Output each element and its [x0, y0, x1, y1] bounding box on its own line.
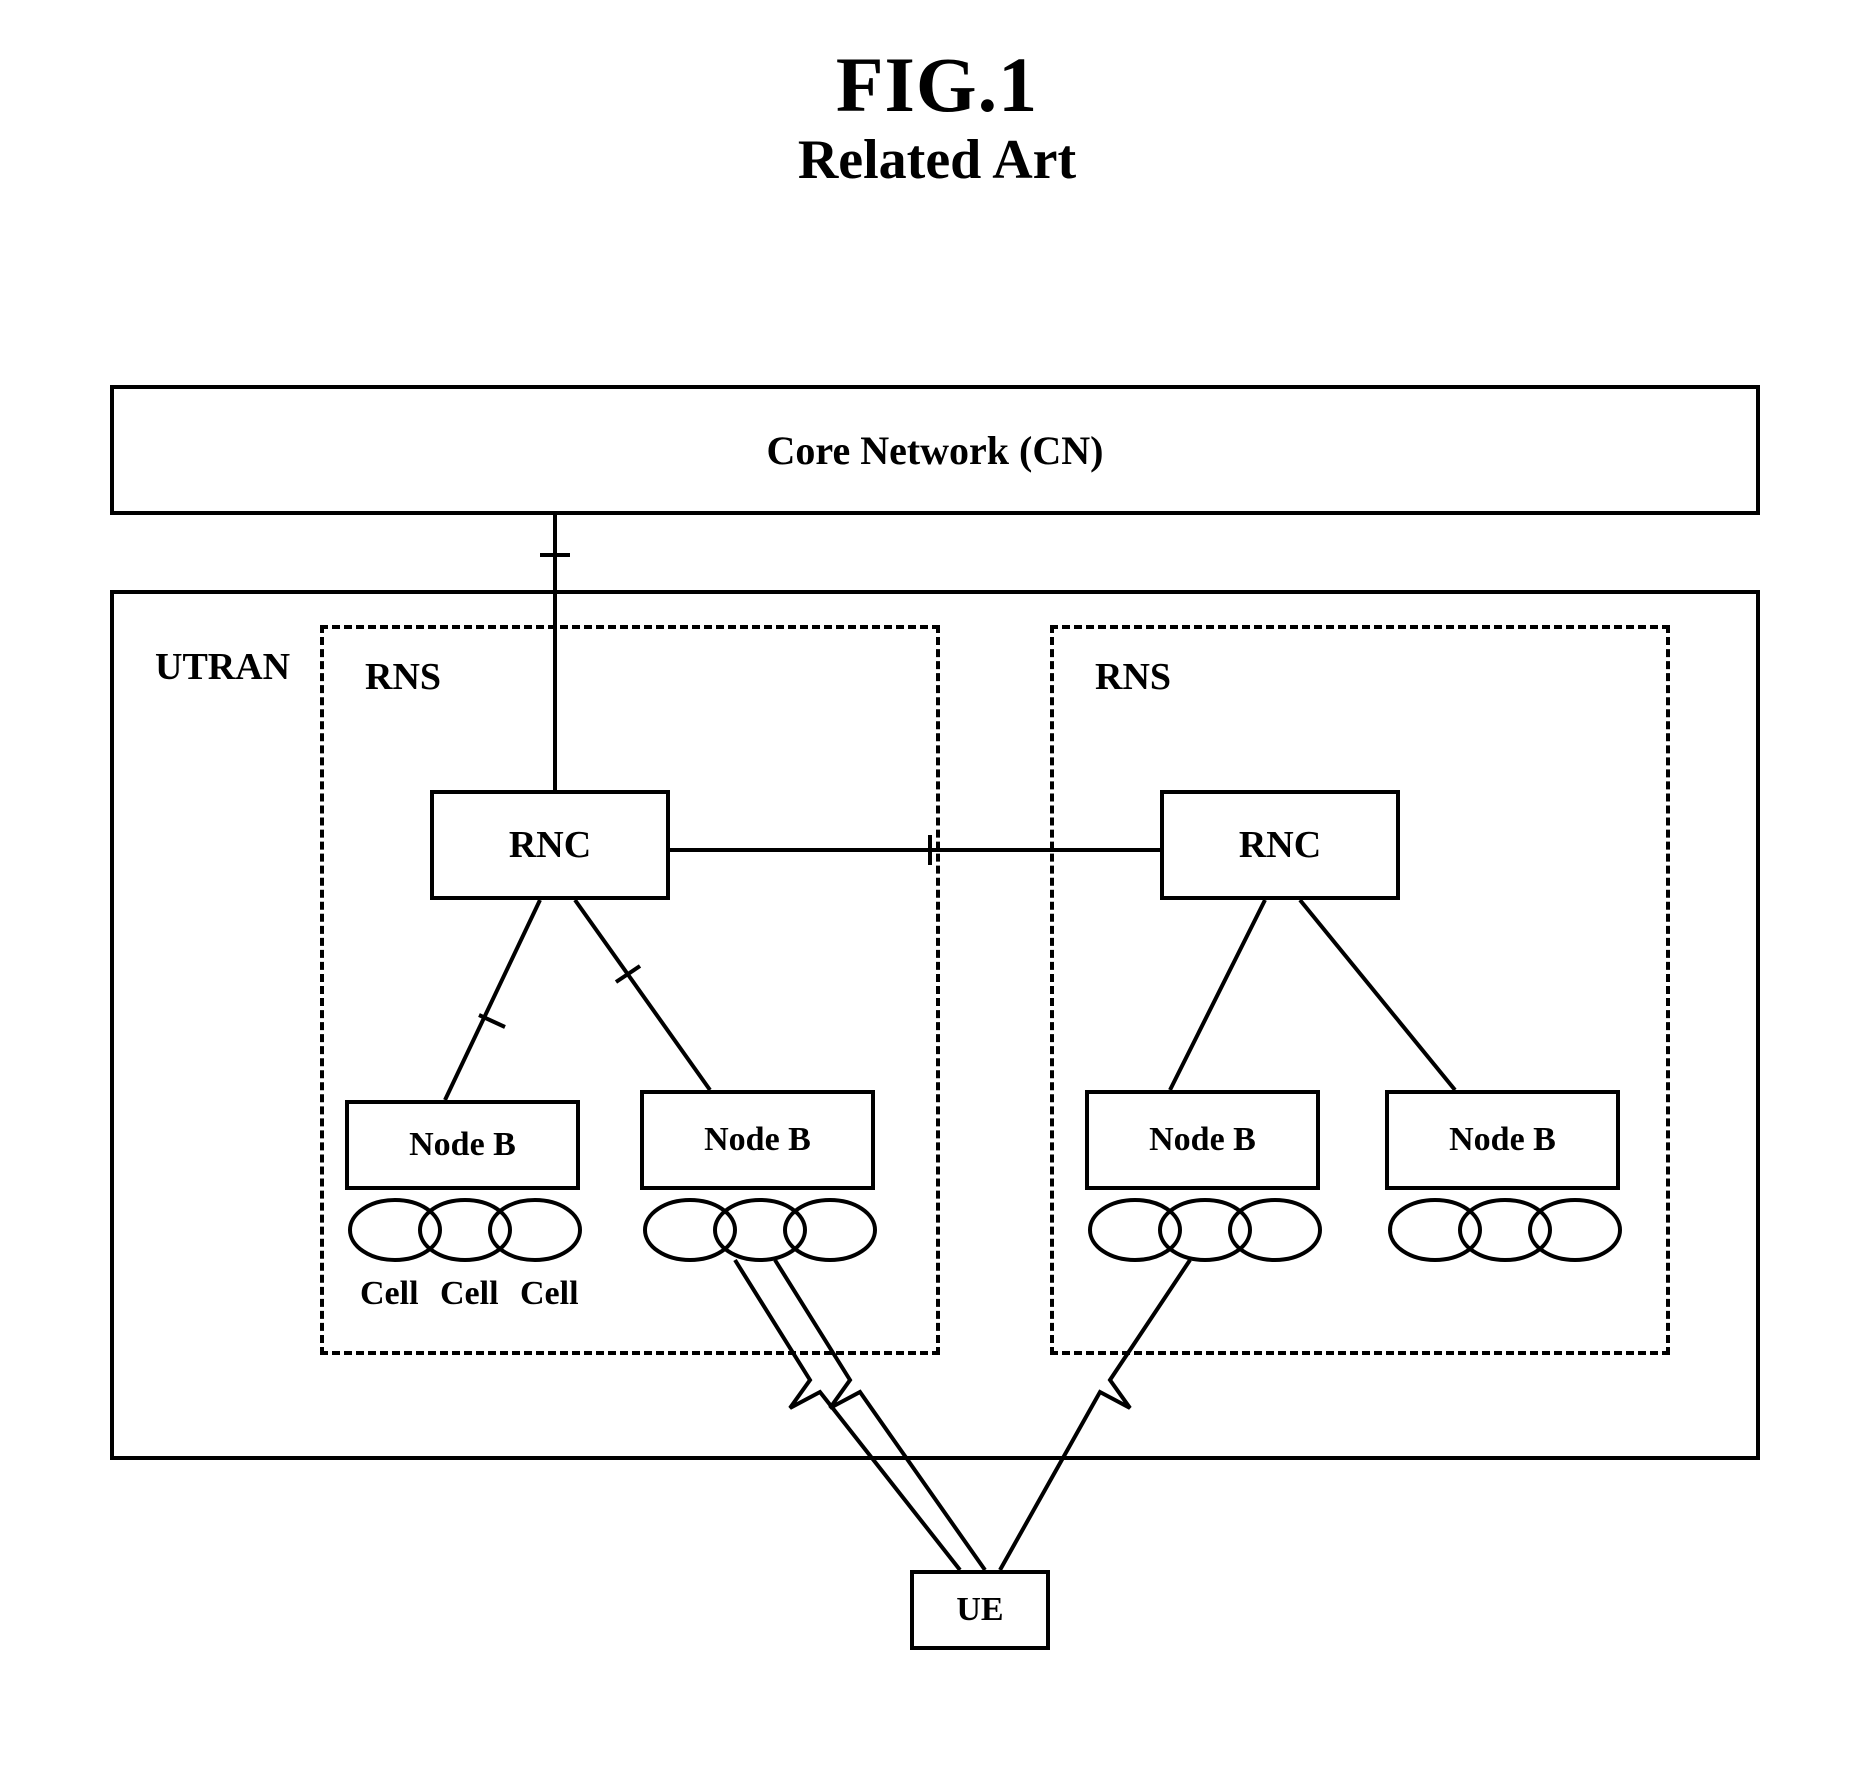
rnc-right-box: RNC [1160, 790, 1400, 900]
nodeb-4-label: Node B [1449, 1121, 1556, 1159]
nodeb-4-box: Node B [1385, 1090, 1620, 1190]
cell-1-label: Cell [360, 1275, 419, 1313]
core-network-label: Core Network (CN) [767, 427, 1104, 474]
figure-title-sub: Related Art [0, 128, 1874, 192]
nodeb-1-box: Node B [345, 1100, 580, 1190]
utran-label: UTRAN [155, 645, 290, 689]
rns-right-box [1050, 625, 1670, 1355]
figure-title-main: FIG.1 [0, 40, 1874, 130]
nodeb-2-box: Node B [640, 1090, 875, 1190]
rns-right-label: RNS [1095, 655, 1171, 699]
nodeb-3-box: Node B [1085, 1090, 1320, 1190]
cell-2-label: Cell [440, 1275, 499, 1313]
rnc-left-box: RNC [430, 790, 670, 900]
cell-3-label: Cell [520, 1275, 579, 1313]
rns-left-box [320, 625, 940, 1355]
nodeb-3-label: Node B [1149, 1121, 1256, 1159]
core-network-box: Core Network (CN) [110, 385, 1760, 515]
rnc-right-label: RNC [1239, 823, 1321, 867]
rnc-left-label: RNC [509, 823, 591, 867]
nodeb-1-label: Node B [409, 1126, 516, 1164]
ue-label: UE [956, 1591, 1003, 1629]
diagram-canvas: FIG.1 Related Art Core Network (CN) UTRA… [0, 0, 1874, 1771]
nodeb-2-label: Node B [704, 1121, 811, 1159]
ue-box: UE [910, 1570, 1050, 1650]
rns-left-label: RNS [365, 655, 441, 699]
